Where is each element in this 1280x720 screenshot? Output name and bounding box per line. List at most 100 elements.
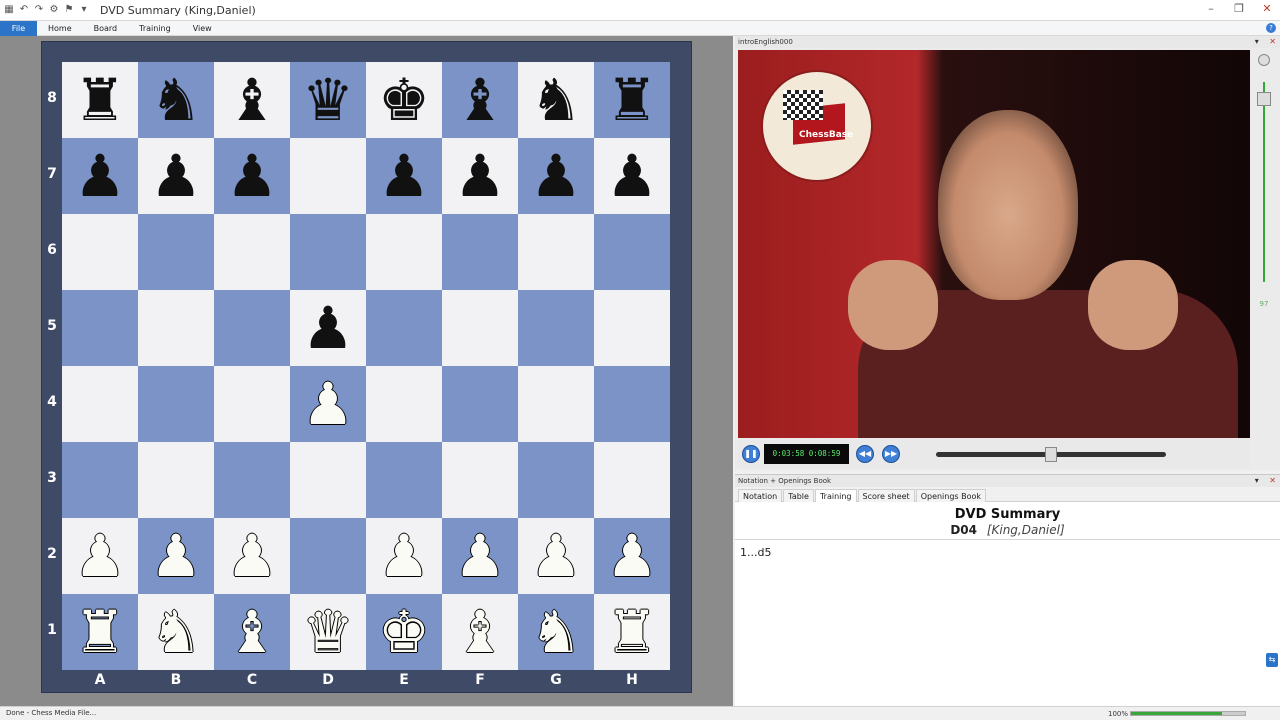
volume-knob-icon[interactable] <box>1258 54 1270 66</box>
square-a6[interactable] <box>62 214 138 290</box>
white-rook-icon[interactable]: ♜ <box>606 603 658 661</box>
black-knight-icon[interactable]: ♞ <box>150 71 202 129</box>
square-b2[interactable]: ♟ <box>138 518 214 594</box>
flag-icon[interactable]: ⚑ <box>63 4 75 16</box>
square-a7[interactable]: ♟ <box>62 138 138 214</box>
help-icon[interactable]: ? <box>1266 23 1276 33</box>
white-pawn-icon[interactable]: ♟ <box>226 527 278 585</box>
square-f8[interactable]: ♝ <box>442 62 518 138</box>
square-g4[interactable] <box>518 366 594 442</box>
menu-file[interactable]: File <box>0 20 37 36</box>
square-g5[interactable] <box>518 290 594 366</box>
square-c2[interactable]: ♟ <box>214 518 290 594</box>
black-pawn-icon[interactable]: ♟ <box>454 147 506 205</box>
white-bishop-icon[interactable]: ♝ <box>226 603 278 661</box>
square-f5[interactable] <box>442 290 518 366</box>
square-f2[interactable]: ♟ <box>442 518 518 594</box>
square-c6[interactable] <box>214 214 290 290</box>
square-f1[interactable]: ♝ <box>442 594 518 670</box>
engine-icon[interactable]: ⚙ <box>48 4 60 16</box>
video-seek-bar[interactable] <box>936 447 1166 462</box>
move-list[interactable]: 1...d5 <box>735 540 1280 565</box>
white-pawn-icon[interactable]: ♟ <box>302 375 354 433</box>
volume-handle[interactable] <box>1257 92 1271 106</box>
white-knight-icon[interactable]: ♞ <box>150 603 202 661</box>
tab-notation[interactable]: Notation <box>738 489 783 502</box>
square-b7[interactable]: ♟ <box>138 138 214 214</box>
black-pawn-icon[interactable]: ♟ <box>150 147 202 205</box>
square-a4[interactable] <box>62 366 138 442</box>
white-queen-icon[interactable]: ♛ <box>302 603 354 661</box>
video-seek-thumb[interactable] <box>1045 447 1057 462</box>
pane-menu-icon[interactable]: ▾ <box>1255 476 1259 485</box>
square-c5[interactable] <box>214 290 290 366</box>
white-pawn-icon[interactable]: ♟ <box>378 527 430 585</box>
black-bishop-icon[interactable]: ♝ <box>226 71 278 129</box>
pane-menu-icon[interactable]: ▾ <box>1255 37 1259 46</box>
pane-close-icon[interactable]: ✕ <box>1269 476 1276 485</box>
square-h1[interactable]: ♜ <box>594 594 670 670</box>
black-pawn-icon[interactable]: ♟ <box>74 147 126 205</box>
square-c1[interactable]: ♝ <box>214 594 290 670</box>
square-c4[interactable] <box>214 366 290 442</box>
chessboard-icon[interactable]: ▦ <box>3 4 15 16</box>
restore-icon[interactable]: ❐ <box>1232 2 1246 15</box>
square-b8[interactable]: ♞ <box>138 62 214 138</box>
square-h8[interactable]: ♜ <box>594 62 670 138</box>
square-h5[interactable] <box>594 290 670 366</box>
tab-table[interactable]: Table <box>783 489 814 502</box>
black-pawn-icon[interactable]: ♟ <box>606 147 658 205</box>
square-a2[interactable]: ♟ <box>62 518 138 594</box>
black-pawn-icon[interactable]: ♟ <box>226 147 278 205</box>
black-king-icon[interactable]: ♚ <box>378 71 430 129</box>
square-e6[interactable] <box>366 214 442 290</box>
minimize-icon[interactable]: – <box>1204 2 1218 15</box>
white-pawn-icon[interactable]: ♟ <box>150 527 202 585</box>
square-e3[interactable] <box>366 442 442 518</box>
square-h7[interactable]: ♟ <box>594 138 670 214</box>
black-pawn-icon[interactable]: ♟ <box>302 299 354 357</box>
square-g7[interactable]: ♟ <box>518 138 594 214</box>
square-d6[interactable] <box>290 214 366 290</box>
square-a5[interactable] <box>62 290 138 366</box>
menu-home[interactable]: Home <box>37 21 83 36</box>
redo-icon[interactable]: ↷ <box>33 4 45 16</box>
volume-track[interactable] <box>1263 82 1265 282</box>
pane-close-icon[interactable]: ✕ <box>1269 37 1276 46</box>
square-c8[interactable]: ♝ <box>214 62 290 138</box>
teamviewer-icon[interactable]: ⇆ <box>1266 653 1278 667</box>
square-h2[interactable]: ♟ <box>594 518 670 594</box>
black-bishop-icon[interactable]: ♝ <box>454 71 506 129</box>
menu-board[interactable]: Board <box>83 21 129 36</box>
square-e2[interactable]: ♟ <box>366 518 442 594</box>
rewind-icon[interactable]: ◀◀ <box>856 445 874 463</box>
square-a3[interactable] <box>62 442 138 518</box>
tab-training[interactable]: Training <box>814 489 857 502</box>
square-d1[interactable]: ♛ <box>290 594 366 670</box>
white-knight-icon[interactable]: ♞ <box>530 603 582 661</box>
white-king-icon[interactable]: ♚ <box>378 603 430 661</box>
square-d3[interactable] <box>290 442 366 518</box>
undo-icon[interactable]: ↶ <box>18 4 30 16</box>
square-e5[interactable] <box>366 290 442 366</box>
square-e8[interactable]: ♚ <box>366 62 442 138</box>
menu-training[interactable]: Training <box>128 21 182 36</box>
square-g2[interactable]: ♟ <box>518 518 594 594</box>
square-f4[interactable] <box>442 366 518 442</box>
square-e1[interactable]: ♚ <box>366 594 442 670</box>
black-pawn-icon[interactable]: ♟ <box>530 147 582 205</box>
square-d2[interactable] <box>290 518 366 594</box>
square-h6[interactable] <box>594 214 670 290</box>
tab-openings-book[interactable]: Openings Book <box>915 489 987 502</box>
chessboard[interactable]: ♜ ♞ ♝ ♛ ♚ ♝ ♞ ♜ ♟ ♟ ♟ ♟ ♟ ♟ ♟ ♟ ♟ ♟ ♟ ♟ ♟ ♟ ♟ ♟ ♜ ♞ ♝ ♛ ♚ ♝ ♞ ♜ <box>62 62 670 670</box>
black-queen-icon[interactable]: ♛ <box>302 71 354 129</box>
square-c7[interactable]: ♟ <box>214 138 290 214</box>
white-pawn-icon[interactable]: ♟ <box>74 527 126 585</box>
square-h3[interactable] <box>594 442 670 518</box>
white-pawn-icon[interactable]: ♟ <box>530 527 582 585</box>
tab-score-sheet[interactable]: Score sheet <box>857 489 915 502</box>
dropdown-icon[interactable]: ▾ <box>78 4 90 16</box>
volume-slider[interactable]: 97 <box>1256 52 1272 312</box>
square-d7[interactable] <box>290 138 366 214</box>
square-d8[interactable]: ♛ <box>290 62 366 138</box>
